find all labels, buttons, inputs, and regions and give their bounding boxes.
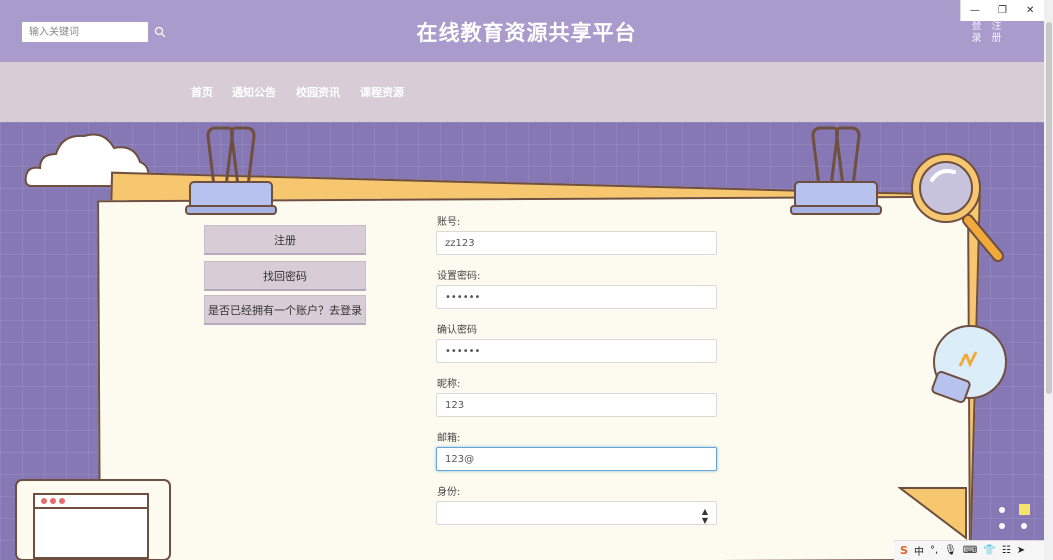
recover-password-button[interactable]: 找回密码 [204, 261, 366, 291]
binder-clip-left-icon [185, 126, 277, 215]
nickname-label: 昵称: [437, 379, 461, 390]
browser-window-illustration [15, 479, 171, 560]
email-label: 邮箱: [437, 433, 461, 444]
role-label: 身份: [437, 487, 461, 498]
nav-link-news[interactable]: 校园资讯 [296, 84, 340, 100]
arrow-icon[interactable]: ➤ [1017, 545, 1025, 556]
password-label: 设置密码: [437, 271, 481, 282]
system-tray: S 中 °, 🎙 ⌨ 👕 ☷ ➤ [894, 540, 1044, 560]
register-button[interactable]: 注册 [204, 225, 366, 255]
dots-decoration-icon [999, 504, 1030, 529]
folded-paper-corner-icon [898, 487, 967, 540]
minimize-button[interactable]: — [966, 5, 984, 16]
grid-menu-icon[interactable]: ☷ [1002, 545, 1011, 556]
login-link[interactable]: 登录 [968, 20, 980, 44]
lightbulb-icon [931, 325, 1007, 404]
microphone-icon[interactable]: 🎙 [944, 545, 957, 556]
magnifier-icon [911, 153, 1004, 262]
skin-icon[interactable]: 👕 [983, 545, 995, 556]
binder-clip-right-icon [790, 126, 882, 215]
nickname-input[interactable]: 123 [436, 393, 717, 417]
nav-link-home[interactable]: 首页 [191, 84, 213, 100]
punctuation-icon[interactable]: °, [930, 545, 938, 556]
nav-link-courses[interactable]: 课程资源 [360, 84, 404, 100]
search-input[interactable] [22, 22, 148, 42]
account-input[interactable]: zz123 [436, 231, 717, 255]
email-input[interactable]: 123@ [436, 447, 717, 471]
select-arrows-icon: ▲ ▼ [701, 507, 708, 525]
scrollbar-thumb[interactable] [1046, 22, 1052, 394]
nav-bar [0, 62, 1044, 122]
account-label: 账号: [437, 217, 461, 228]
nav-link-notices[interactable]: 通知公告 [232, 84, 276, 100]
go-login-button[interactable]: 是否已经拥有一个账户？去登录 [204, 295, 366, 325]
role-select[interactable]: ▲ ▼ [436, 501, 717, 525]
search-icon[interactable] [154, 26, 166, 38]
ime-mode-indicator[interactable]: 中 [914, 543, 924, 558]
window-controls: — ❐ ✕ [960, 0, 1044, 21]
sogou-ime-icon[interactable]: S [900, 544, 908, 557]
restore-button[interactable]: ❐ [993, 5, 1011, 16]
auth-links: 登录 注册 [968, 20, 1024, 44]
password-input[interactable]: •••••• [436, 285, 717, 309]
register-link[interactable]: 注册 [988, 20, 1000, 44]
confirm-password-input[interactable]: •••••• [436, 339, 717, 363]
confirm-password-label: 确认密码 [437, 325, 477, 336]
keyboard-icon[interactable]: ⌨ [963, 545, 977, 556]
close-button[interactable]: ✕ [1021, 5, 1039, 16]
